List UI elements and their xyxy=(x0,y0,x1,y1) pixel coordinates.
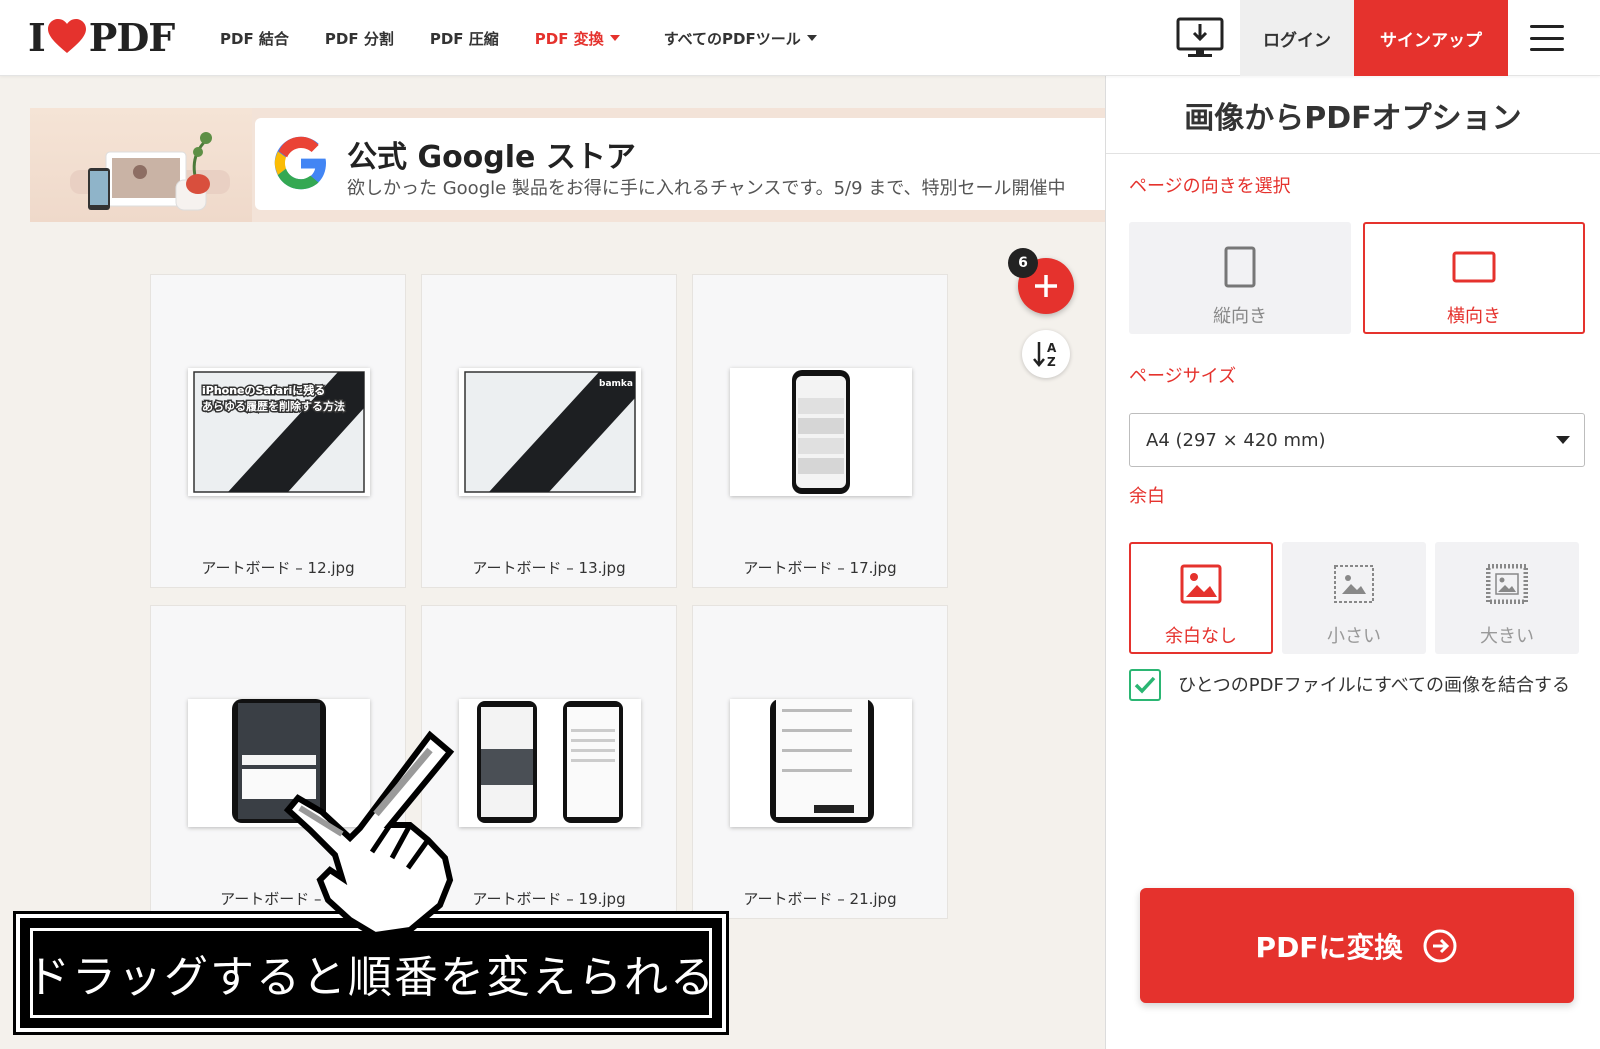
portrait-icon xyxy=(1224,246,1256,288)
margin-label: 余白 xyxy=(1129,486,1165,507)
nav-convert-pdf[interactable]: PDF 変換 xyxy=(535,28,620,49)
nav-compress-pdf[interactable]: PDF 圧縮 xyxy=(430,28,499,49)
convert-button-label: PDFに変換 xyxy=(1255,930,1403,964)
landscape-icon xyxy=(1452,251,1496,283)
sort-button[interactable]: A Z xyxy=(1022,330,1070,378)
page-size-value: A4 (297 × 420 mm) xyxy=(1146,429,1326,451)
margin-none-option[interactable]: 余白なし xyxy=(1129,542,1273,654)
file-thumbnail: bamka xyxy=(459,368,641,496)
logo-prefix: I xyxy=(28,14,46,60)
top-header: I PDF PDF 結合 PDF 分割 PDF 圧縮 PDF 変換 すべてのPD… xyxy=(0,0,1600,76)
sort-az-icon: A Z xyxy=(1033,341,1057,369)
signup-button[interactable]: サインアップ xyxy=(1354,0,1508,76)
file-card[interactable]: bamka アートボード – 13.jpg xyxy=(421,274,677,588)
margin-option-label: 余白なし xyxy=(1165,626,1237,647)
orientation-landscape-option[interactable]: 横向き xyxy=(1363,222,1585,334)
ad-title: 公式 Google ストア xyxy=(347,140,636,175)
nav-all-tools[interactable]: すべてのPDFツール xyxy=(664,28,817,49)
main-nav: PDF 結合 PDF 分割 PDF 圧縮 PDF 変換 すべてのPDFツール xyxy=(220,0,853,76)
desktop-download-icon xyxy=(1176,17,1224,57)
logo-text: PDF xyxy=(88,14,176,60)
file-name: アートボード – 17.jpg xyxy=(743,559,897,577)
nav-split-pdf[interactable]: PDF 分割 xyxy=(325,28,394,49)
file-count-badge: 6 xyxy=(1008,248,1038,278)
file-thumbnail: iPhoneのSafariに残る iPhoneのSafariに残る あらゆる履歴… xyxy=(188,368,370,496)
options-sidebar: 画像からPDFオプション ページの向きを選択 縦向き 横向き ページサイズ A4… xyxy=(1105,76,1600,1049)
google-store-ad[interactable]: 公式 Google ストア 欲しかった Google 製品をお得に手に入れるチャ… xyxy=(30,108,1106,222)
file-card[interactable]: アートボード – 21.jpg xyxy=(692,605,948,919)
file-thumbnail xyxy=(459,699,641,827)
convert-to-pdf-button[interactable]: PDFに変換 xyxy=(1140,888,1574,1003)
svg-text:あらゆる履歴を削除する方法: あらゆる履歴を削除する方法 xyxy=(202,399,345,413)
ilovepdf-logo[interactable]: I PDF xyxy=(28,14,176,60)
heart-icon xyxy=(47,19,86,53)
image-small-margin-icon xyxy=(1334,565,1374,603)
google-g-icon xyxy=(274,136,326,190)
ad-text-card: 公式 Google ストア 欲しかった Google 製品をお得に手に入れるチャ… xyxy=(255,118,1106,210)
file-name: アートボード – 12.jpg xyxy=(201,559,355,577)
ad-product-image xyxy=(30,108,252,222)
file-thumbnail xyxy=(730,699,912,827)
page-size-label: ページサイズ xyxy=(1129,366,1237,387)
margin-large-option[interactable]: 大きい xyxy=(1435,542,1579,654)
thumb-brand-text: bamka xyxy=(599,379,633,389)
svg-text:Z: Z xyxy=(1047,355,1056,369)
page-size-select[interactable]: A4 (297 × 420 mm) xyxy=(1129,413,1585,467)
file-name: アートボード – 13.jpg xyxy=(472,559,626,577)
hamburger-menu-icon[interactable] xyxy=(1530,22,1564,54)
margin-option-label: 大きい xyxy=(1480,626,1534,647)
desktop-app-button[interactable] xyxy=(1160,0,1240,76)
orientation-portrait-option[interactable]: 縦向き xyxy=(1129,222,1351,334)
svg-text:iPhoneのSafariに残る: iPhoneのSafariに残る xyxy=(202,383,325,397)
ad-subtitle: 欲しかった Google 製品をお得に手に入れるチャンスです。5/9 まで、特別… xyxy=(347,178,1066,199)
file-card[interactable]: アートボード – 17.jpg xyxy=(692,274,948,588)
file-name: アートボード – 21.jpg xyxy=(743,890,897,908)
login-button[interactable]: ログイン xyxy=(1240,0,1354,76)
caret-down-icon xyxy=(609,35,620,41)
merge-checkbox-label[interactable]: ひとつのPDFファイルにすべての画像を結合する xyxy=(1178,670,1578,701)
merge-checkbox[interactable] xyxy=(1129,669,1161,701)
margin-option-label: 小さい xyxy=(1327,626,1381,647)
sidebar-title: 画像からPDFオプション xyxy=(1106,76,1600,154)
file-card[interactable]: iPhoneのSafariに残る iPhoneのSafariに残る あらゆる履歴… xyxy=(150,274,406,588)
nav-merge-pdf[interactable]: PDF 結合 xyxy=(220,28,289,49)
plus-icon xyxy=(1035,275,1057,297)
orientation-label: ページの向きを選択 xyxy=(1129,176,1291,197)
svg-text:A: A xyxy=(1047,341,1057,355)
caret-down-icon xyxy=(806,35,817,41)
margin-small-option[interactable]: 小さい xyxy=(1282,542,1426,654)
file-thumbnail xyxy=(730,368,912,496)
orientation-option-label: 横向き xyxy=(1447,306,1501,327)
arrow-right-circle-icon xyxy=(1423,929,1457,962)
image-no-margin-icon xyxy=(1180,564,1222,604)
orientation-option-label: 縦向き xyxy=(1213,306,1267,327)
annotation-caption-text: ドラッグすると順番を変えられる xyxy=(26,928,714,1018)
chevron-down-icon xyxy=(1556,436,1570,444)
pointing-hand-cursor-icon xyxy=(283,730,455,939)
image-large-margin-icon xyxy=(1486,564,1528,604)
checkmark-icon xyxy=(1134,676,1156,694)
